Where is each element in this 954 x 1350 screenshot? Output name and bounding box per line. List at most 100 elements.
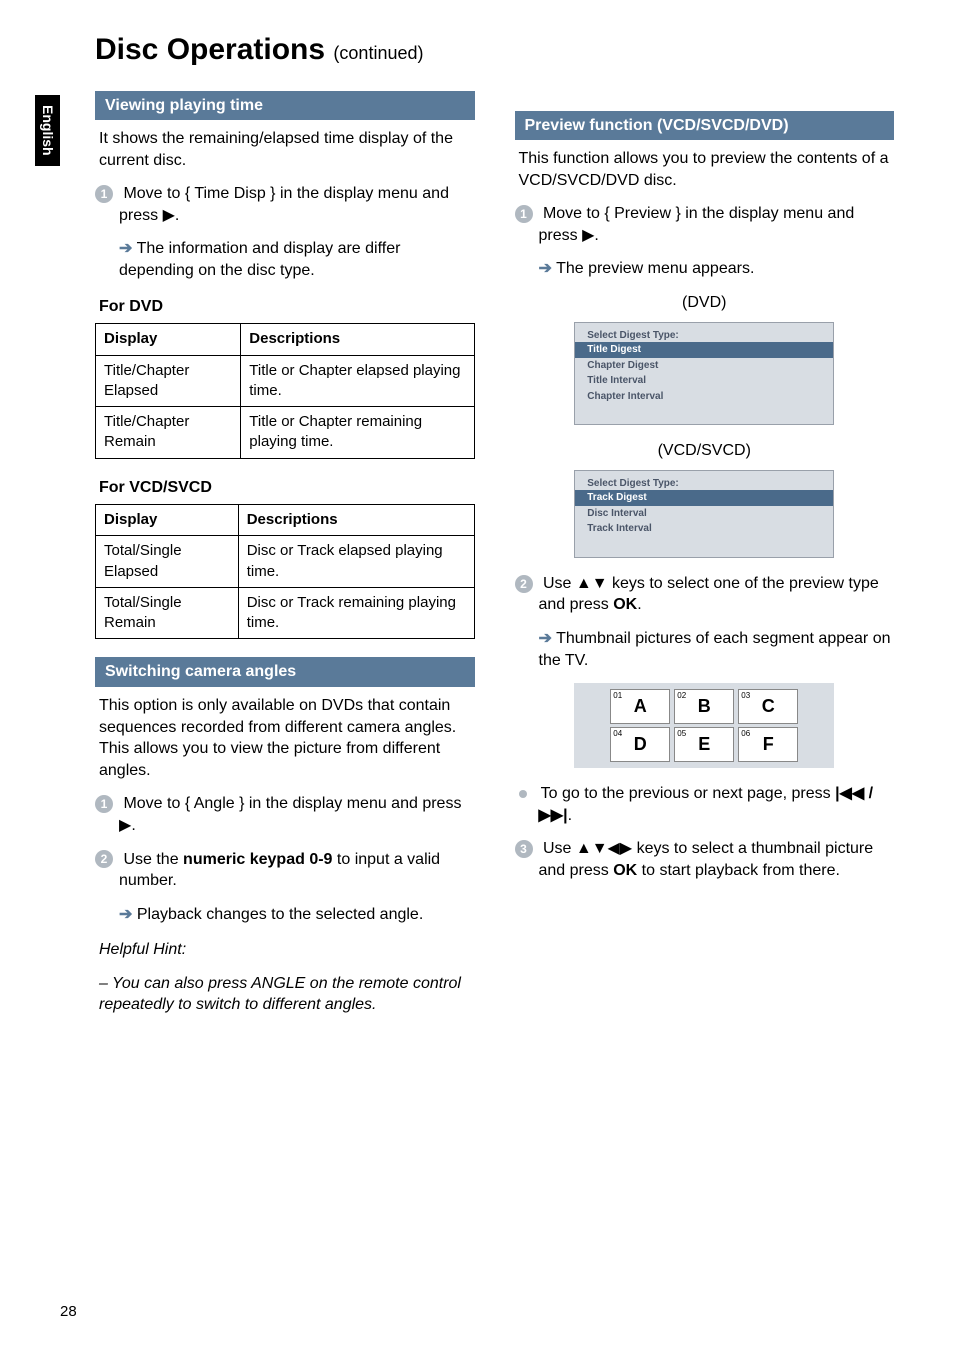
thumb-label: A: [634, 694, 647, 718]
result-arrow-icon: ➔: [539, 260, 552, 277]
camera-intro: This option is only available on DVDs th…: [95, 695, 475, 781]
menu2-item: Track Interval: [575, 521, 833, 537]
thumbnail-grid: 01 A 02 B 03 C 04 D 05 E 06 F: [574, 683, 834, 768]
step-1-icon: 1: [95, 185, 113, 203]
menu2-item-selected: Track Digest: [575, 490, 833, 506]
camera-step1-a: Move to { Angle } in the display menu an…: [123, 795, 461, 812]
menu1-item: Title Interval: [575, 373, 833, 389]
title-main: Disc Operations: [95, 33, 325, 66]
menu2-title: Select Digest Type:: [575, 477, 833, 491]
dvd-table: Display Descriptions Title/Chapter Elaps…: [95, 323, 475, 458]
play-icon: ▶: [119, 817, 131, 834]
preview-intro: This function allows you to preview the …: [515, 148, 895, 191]
thumb-num: 02: [677, 691, 686, 702]
table-cell: Title or Chapter remaining playing time.: [241, 407, 474, 459]
table-cell: Total/Single Remain: [96, 587, 239, 639]
camera-result: ➔ Playback changes to the selected angle…: [95, 904, 475, 926]
page-title: Disc Operations (continued): [95, 30, 894, 71]
section-viewing-time: Viewing playing time: [95, 91, 475, 121]
step-2-icon: 2: [95, 850, 113, 868]
preview-result2-text: Thumbnail pictures of each segment appea…: [539, 630, 891, 669]
vcd-table: Display Descriptions Total/Single Elapse…: [95, 504, 475, 639]
thumb-label: D: [634, 732, 647, 756]
thumbnail: 04 D: [610, 727, 670, 762]
camera-step1: 1 Move to { Angle } in the display menu …: [95, 793, 475, 836]
camera-step1-b: .: [131, 817, 135, 834]
thumb-num: 04: [613, 729, 622, 740]
camera-step2: 2 Use the numeric keypad 0-9 to input a …: [95, 849, 475, 892]
viewing-time-result: ➔ The information and display are differ…: [95, 238, 475, 281]
for-dvd-heading: For DVD: [99, 296, 475, 318]
play-icon: ▶: [163, 207, 175, 224]
dvd-preview-menu: Select Digest Type: Title Digest Chapter…: [574, 322, 834, 426]
preview-step1: 1 Move to { Preview } in the display men…: [515, 203, 895, 246]
page-number: 28: [60, 1302, 77, 1322]
thumb-label: F: [763, 732, 774, 756]
menu2-item: Disc Interval: [575, 506, 833, 522]
section-camera-angles: Switching camera angles: [95, 657, 475, 687]
preview-step3-c: to start playback from there.: [637, 862, 840, 879]
bullet-text-a: To go to the previous or next page, pres…: [541, 785, 835, 802]
camera-result-text: Playback changes to the selected angle.: [137, 906, 423, 923]
camera-step2-a: Use the: [123, 851, 183, 868]
viewing-time-intro: It shows the remaining/elapsed time disp…: [95, 128, 475, 171]
menu1-item: Chapter Interval: [575, 389, 833, 405]
dpad-icon: ▲▼◀▶: [576, 840, 632, 857]
thumb-num: 01: [613, 691, 622, 702]
thumbnail: 05 E: [674, 727, 734, 762]
menu1-item-selected: Title Digest: [575, 342, 833, 358]
ok-label: OK: [613, 596, 637, 613]
preview-result1: ➔ The preview menu appears.: [515, 258, 895, 280]
table-cell: Title/Chapter Elapsed: [96, 355, 241, 407]
preview-step2-a: Use: [543, 575, 576, 592]
step-1-icon: 1: [515, 205, 533, 223]
up-down-icon: ▲▼: [576, 575, 608, 592]
thumb-num: 05: [677, 729, 686, 740]
section-preview: Preview function (VCD/SVCD/DVD): [515, 111, 895, 141]
thumb-label: C: [762, 694, 775, 718]
thumbnail: 02 B: [674, 689, 734, 724]
bullet-icon: [519, 790, 527, 798]
dvd-label: (DVD): [515, 292, 895, 314]
ok-label: OK: [613, 862, 637, 879]
thumb-label: E: [698, 732, 710, 756]
preview-step1-b: .: [594, 227, 598, 244]
preview-result1-text: The preview menu appears.: [556, 260, 754, 277]
thumb-label: B: [698, 694, 711, 718]
step-3-icon: 3: [515, 840, 533, 858]
result-arrow-icon: ➔: [119, 240, 132, 257]
result-arrow-icon: ➔: [119, 906, 132, 923]
hint-head: Helpful Hint:: [95, 939, 475, 961]
step-2-icon: 2: [515, 575, 533, 593]
table-cell: Title or Chapter elapsed playing time.: [241, 355, 474, 407]
table-cell: Disc or Track elapsed playing time.: [238, 536, 474, 588]
right-column: Preview function (VCD/SVCD/DVD) This fun…: [515, 91, 895, 1029]
th-display: Display: [96, 324, 241, 355]
th-descriptions: Descriptions: [241, 324, 474, 355]
for-vcd-heading: For VCD/SVCD: [99, 477, 475, 499]
step-1-icon: 1: [95, 795, 113, 813]
preview-step3: 3 Use ▲▼◀▶ keys to select a thumbnail pi…: [515, 838, 895, 881]
title-continued: (continued): [333, 43, 423, 63]
preview-step3-a: Use: [543, 840, 576, 857]
vcd-preview-menu: Select Digest Type: Track Digest Disc In…: [574, 470, 834, 558]
menu1-title: Select Digest Type:: [575, 329, 833, 343]
thumb-num: 03: [741, 691, 750, 702]
camera-step2-b: numeric keypad 0-9: [183, 851, 332, 868]
thumb-num: 06: [741, 729, 750, 740]
bullet-text-b: .: [568, 807, 572, 824]
vcd-label: (VCD/SVCD): [515, 440, 895, 462]
thumbnail: 06 F: [738, 727, 798, 762]
thumbnail: 03 C: [738, 689, 798, 724]
viewing-time-step1: 1 Move to { Time Disp } in the display m…: [95, 183, 475, 226]
table-cell: Title/Chapter Remain: [96, 407, 241, 459]
preview-step2-c: .: [637, 596, 641, 613]
th-display: Display: [96, 505, 239, 536]
table-cell: Disc or Track remaining playing time.: [238, 587, 474, 639]
menu1-item: Chapter Digest: [575, 358, 833, 374]
preview-result2: ➔ Thumbnail pictures of each segment app…: [515, 628, 895, 671]
language-tab: English: [35, 95, 60, 166]
left-column: Viewing playing time It shows the remain…: [95, 91, 475, 1029]
result-arrow-icon: ➔: [539, 630, 552, 647]
step1-text-b: .: [175, 207, 179, 224]
